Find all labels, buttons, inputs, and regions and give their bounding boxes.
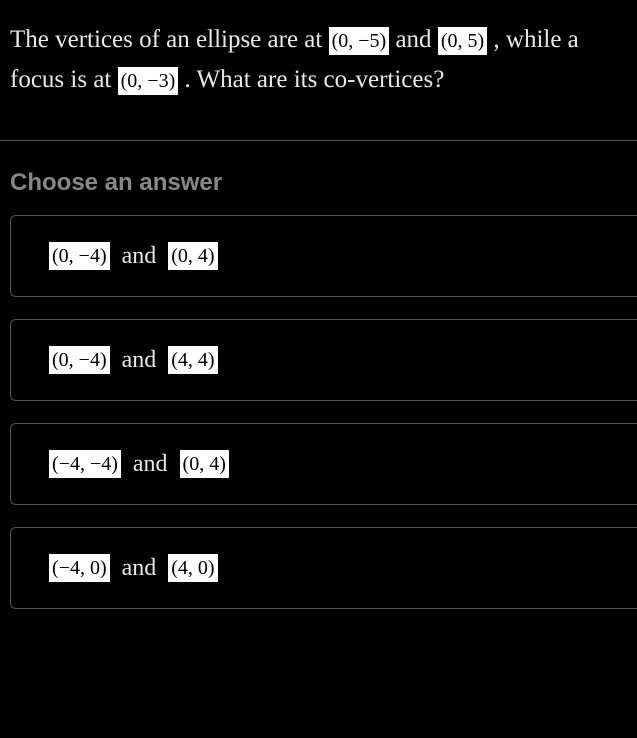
math-focus: (0, −3)	[118, 67, 179, 95]
math-vertex-2: (0, 5)	[438, 27, 487, 55]
and-connector: and	[122, 243, 157, 270]
question-text: The vertices of an ellipse are at (0, −5…	[0, 0, 637, 140]
answer-4-pair-1: (−4, 0)	[49, 554, 110, 582]
answer-option-2[interactable]: (0, −4) and (4, 4)	[10, 319, 637, 401]
question-part-4: . What are its co-vertices?	[184, 66, 444, 93]
and-connector: and	[122, 555, 157, 582]
answer-1-pair-2: (0, 4)	[168, 242, 217, 270]
choose-answer-label: Choose an answer	[10, 169, 627, 197]
question-part-1: The vertices of an ellipse are at	[10, 26, 329, 53]
and-connector: and	[122, 347, 157, 374]
and-connector: and	[133, 451, 168, 478]
choose-answer-section: Choose an answer	[0, 141, 637, 215]
answer-4-pair-2: (4, 0)	[168, 554, 217, 582]
answer-2-pair-1: (0, −4)	[49, 346, 110, 374]
answer-2-pair-2: (4, 4)	[168, 346, 217, 374]
answer-option-1[interactable]: (0, −4) and (0, 4)	[10, 215, 637, 297]
answer-option-3[interactable]: (−4, −4) and (0, 4)	[10, 423, 637, 505]
answer-option-4[interactable]: (−4, 0) and (4, 0)	[10, 527, 637, 609]
math-vertex-1: (0, −5)	[329, 27, 390, 55]
answer-3-pair-1: (−4, −4)	[49, 450, 121, 478]
answer-3-pair-2: (0, 4)	[180, 450, 229, 478]
answer-1-pair-1: (0, −4)	[49, 242, 110, 270]
answer-list: (0, −4) and (0, 4) (0, −4) and (4, 4) (−…	[0, 215, 637, 609]
question-part-2: and	[395, 26, 437, 53]
